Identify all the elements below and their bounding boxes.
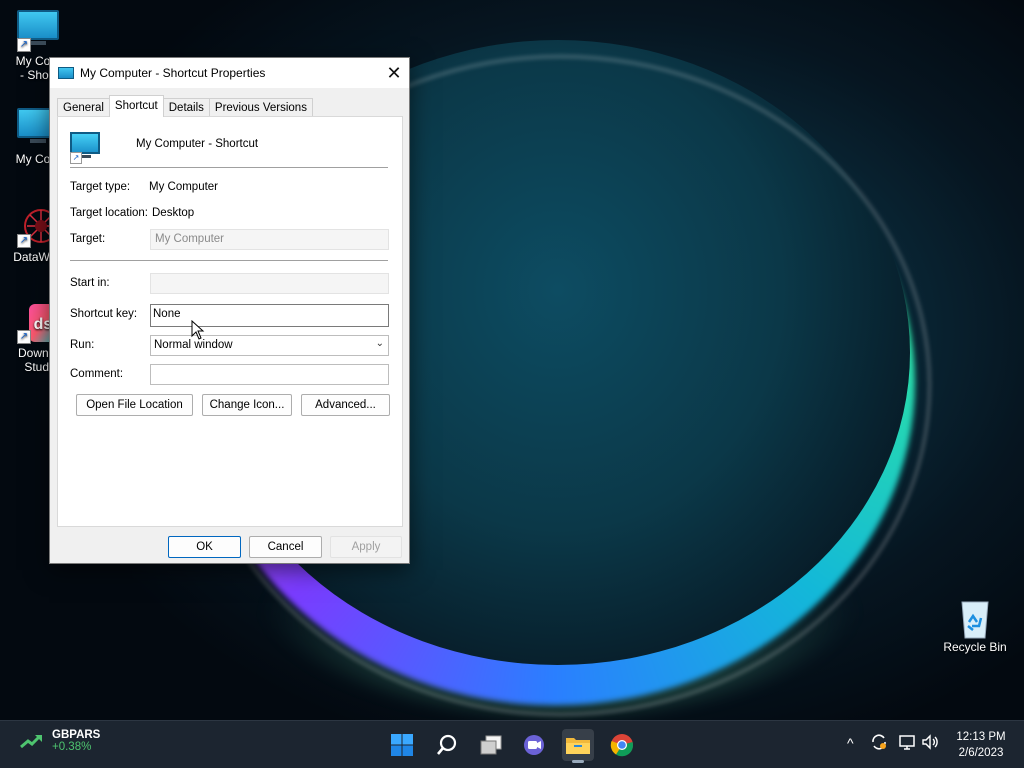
clock-time: 12:13 PM	[956, 731, 1006, 743]
shortcut-monitor-icon: ↗	[70, 132, 102, 164]
target-location-value: Desktop	[152, 207, 195, 219]
target-field[interactable]: My Computer	[150, 229, 389, 250]
file-explorer-button[interactable]	[562, 729, 594, 763]
task-view-icon	[480, 735, 502, 755]
shortcut-name: My Computer - Shortcut	[136, 138, 259, 150]
open-file-location-button[interactable]: Open File Location	[76, 394, 193, 416]
monitor-icon	[58, 67, 74, 79]
start-button[interactable]	[386, 729, 418, 761]
active-app-indicator	[572, 760, 584, 763]
chevron-down-icon: ⌄	[375, 338, 384, 349]
change-icon-button[interactable]: Change Icon...	[202, 394, 292, 416]
comment-label: Comment:	[70, 368, 124, 380]
chrome-icon	[610, 734, 634, 757]
trend-up-icon	[20, 734, 42, 749]
run-label: Run:	[70, 339, 95, 351]
search-button[interactable]	[431, 729, 463, 761]
chevron-up-icon: ^	[847, 735, 854, 751]
shortcut-properties-dialog: My Computer - Shortcut Properties ✕ Gene…	[49, 57, 410, 564]
comment-field[interactable]	[150, 364, 389, 385]
tab-details[interactable]: Details	[162, 98, 210, 117]
target-type-value: My Computer	[149, 181, 219, 193]
taskbar: GBPARS +0.38% ^ 12:13 PM 2/6/2023	[0, 720, 1024, 768]
widget-change: +0.38%	[52, 741, 92, 753]
apply-button[interactable]: Apply	[330, 536, 402, 558]
dialog-title: My Computer - Shortcut Properties	[80, 66, 266, 80]
shortcut-arrow-icon: ↗	[70, 152, 82, 164]
search-icon	[437, 734, 457, 755]
shortcut-arrow-icon: ↗	[17, 38, 31, 52]
tab-previous-versions[interactable]: Previous Versions	[208, 98, 313, 117]
tray-overflow-button[interactable]: ^	[847, 735, 854, 751]
mouse-cursor-icon	[191, 320, 205, 340]
run-select[interactable]: Normal window ⌄	[150, 335, 389, 356]
windows-start-icon	[391, 734, 413, 756]
dialog-titlebar[interactable]: My Computer - Shortcut Properties ✕	[50, 58, 409, 88]
chrome-button[interactable]	[606, 729, 638, 761]
shortcut-arrow-icon: ↗	[17, 234, 31, 248]
recycle-bin-icon	[954, 596, 996, 639]
ok-button[interactable]: OK	[168, 536, 241, 558]
target-location-label: Target location:	[70, 207, 148, 219]
close-button[interactable]: ✕	[379, 58, 409, 88]
divider	[70, 260, 388, 261]
widget-ticker: GBPARS	[52, 729, 101, 741]
tab-general[interactable]: General	[57, 98, 110, 117]
shortcut-tab-panel: ↗ My Computer - Shortcut Target type: My…	[57, 116, 403, 527]
file-explorer-icon	[566, 738, 590, 754]
taskbar-clock[interactable]: 12:13 PM 2/6/2023	[944, 729, 1018, 761]
desktop-icon-label: Recycle Bin	[943, 640, 1007, 654]
volume-icon	[922, 734, 938, 750]
teams-chat-icon	[524, 735, 544, 755]
start-in-field[interactable]	[150, 273, 389, 294]
run-selected-value: Normal window	[154, 339, 233, 351]
monitor-icon: ↗	[17, 10, 59, 52]
target-label: Target:	[70, 233, 106, 245]
shortcut-key-label: Shortcut key:	[70, 308, 138, 320]
advanced-button[interactable]: Advanced...	[301, 394, 390, 416]
tab-shortcut[interactable]: Shortcut	[108, 95, 164, 117]
task-view-button[interactable]	[475, 729, 507, 761]
divider	[70, 167, 388, 168]
sync-tray-button[interactable]	[870, 733, 888, 754]
close-icon: ✕	[386, 62, 402, 83]
sync-icon	[872, 734, 886, 750]
desktop-icon-recycle-bin[interactable]: Recycle Bin	[939, 596, 1011, 654]
clock-date: 2/6/2023	[958, 747, 1004, 759]
network-tray-button[interactable]	[898, 733, 916, 754]
target-type-label: Target type:	[70, 181, 131, 193]
start-in-label: Start in:	[70, 277, 110, 289]
volume-tray-button[interactable]	[921, 733, 939, 754]
shortcut-arrow-icon: ↗	[17, 330, 31, 344]
chat-button[interactable]	[518, 729, 550, 761]
tab-strip: General Shortcut Details Previous Versio…	[57, 95, 313, 117]
stock-widget[interactable]: GBPARS +0.38%	[20, 729, 100, 753]
shortcut-key-field[interactable]: None	[150, 304, 389, 327]
network-icon	[899, 735, 915, 750]
cancel-button[interactable]: Cancel	[249, 536, 322, 558]
